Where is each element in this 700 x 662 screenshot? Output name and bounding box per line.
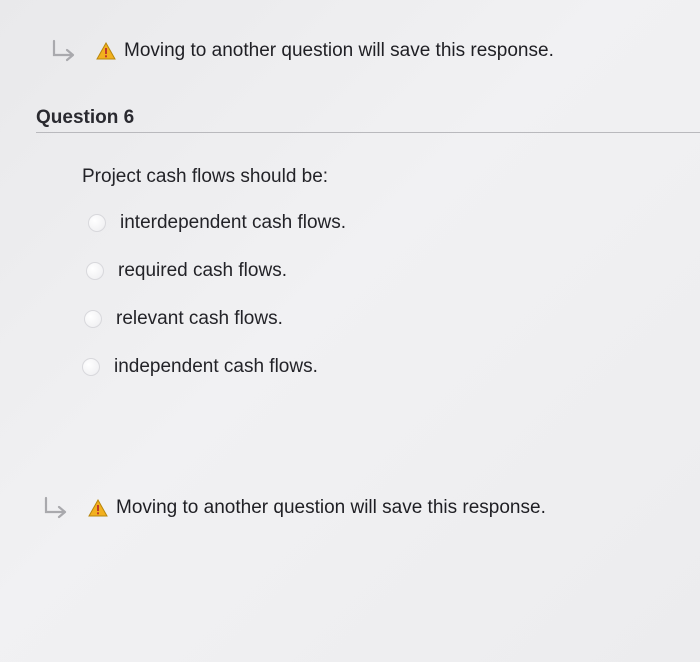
option-label: independent cash flows. <box>114 356 318 377</box>
return-arrow-icon <box>48 38 82 64</box>
warning-icon <box>88 498 108 517</box>
answer-option-interdependent[interactable]: interdependent cash flows. <box>88 212 346 234</box>
question-prompt: Project cash flows should be: <box>82 166 329 187</box>
return-arrow-icon <box>40 495 74 521</box>
radio-button[interactable] <box>84 310 102 328</box>
radio-button[interactable] <box>82 358 100 376</box>
warning-icon <box>96 41 116 60</box>
answer-option-required[interactable]: required cash flows. <box>86 260 287 282</box>
save-notice-top: Moving to another question will save thi… <box>48 38 554 64</box>
answer-option-independent[interactable]: independent cash flows. <box>82 356 318 378</box>
radio-button[interactable] <box>86 262 104 280</box>
radio-button[interactable] <box>88 214 106 232</box>
save-notice-text: Moving to another question will save thi… <box>116 497 546 518</box>
option-label: required cash flows. <box>118 260 287 281</box>
option-label: interdependent cash flows. <box>120 212 347 233</box>
save-notice-bottom: Moving to another question will save thi… <box>40 495 546 521</box>
question-title: Question 6 <box>36 107 135 128</box>
save-notice-text: Moving to another question will save thi… <box>124 40 554 61</box>
option-label: relevant cash flows. <box>116 308 283 329</box>
answer-option-relevant[interactable]: relevant cash flows. <box>84 308 283 330</box>
question-header: Question 6 <box>36 106 700 133</box>
